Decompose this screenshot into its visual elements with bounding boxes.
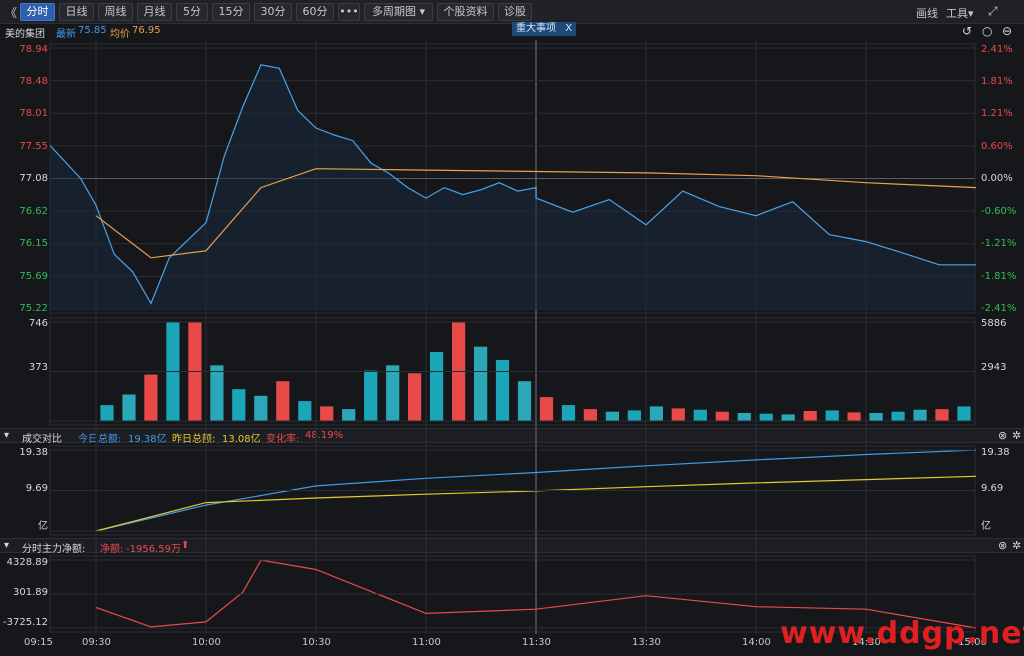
volume-bar: [276, 381, 290, 421]
volume-bar: [298, 401, 312, 421]
volume-bar: [715, 411, 729, 421]
volume-bar: [847, 412, 861, 421]
volume-bar: [144, 374, 158, 421]
volume-bar: [342, 409, 356, 421]
volume-bar: [232, 389, 246, 421]
volume-bar: [957, 406, 971, 421]
volume-bar: [254, 395, 268, 421]
volume-bar: [891, 411, 905, 421]
volume-bar: [430, 352, 444, 421]
volume-bar: [122, 394, 136, 421]
volume-bar: [561, 405, 576, 421]
watermark: www.ddgp.net: [780, 616, 1024, 651]
volume-bar: [408, 373, 422, 421]
volume-bar: [671, 408, 685, 421]
volume-bar: [825, 410, 839, 421]
volume-bar: [935, 409, 949, 421]
volume-bar: [693, 409, 707, 421]
volume-bar: [627, 410, 641, 421]
volume-bar: [803, 411, 817, 421]
volume-bar: [320, 406, 334, 421]
volume-bar: [869, 413, 883, 421]
volume-bar: [364, 370, 378, 421]
volume-bar: [759, 413, 773, 421]
intraday-chart: [49, 40, 977, 634]
price-area: [50, 64, 976, 309]
volume-bar: [100, 405, 114, 421]
volume-bar: [737, 413, 751, 421]
volume-bar: [210, 365, 224, 421]
volume-bar: [913, 409, 927, 421]
volume-bar: [495, 360, 510, 421]
volume-bar: [539, 397, 554, 421]
volume-bar: [517, 381, 532, 421]
volume-bar: [474, 346, 488, 421]
volume-bar: [605, 411, 619, 421]
volume-bar: [386, 365, 400, 421]
volume-bar: [649, 406, 663, 421]
volume-bar: [781, 414, 795, 421]
volume-bar: [583, 409, 597, 421]
